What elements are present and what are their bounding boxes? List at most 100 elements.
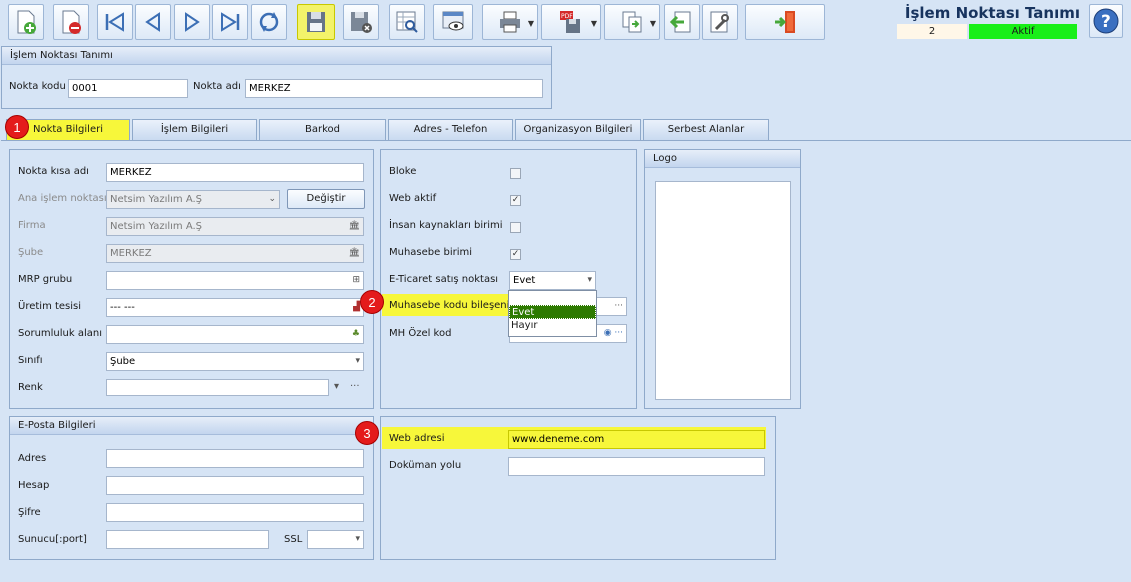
production-facility-input[interactable]: --- --- ▟	[106, 298, 364, 317]
hr-unit-checkbox[interactable]	[510, 222, 521, 233]
pdf-icon: PDF	[560, 11, 580, 33]
building-icon: 🏛	[348, 248, 360, 258]
web-active-checkbox[interactable]: ✓	[510, 195, 521, 206]
document-path-input[interactable]	[508, 457, 765, 476]
tab-serbest-alanlar[interactable]: Serbest Alanlar	[643, 119, 769, 140]
company-label: Firma	[18, 220, 46, 231]
tree-icon: ⊞	[352, 275, 360, 285]
new-record-button[interactable]	[8, 4, 44, 40]
responsibility-input[interactable]: ♣	[106, 325, 364, 344]
email-server-input[interactable]	[106, 530, 269, 549]
bloke-label: Bloke	[389, 166, 417, 177]
dropdown-arrow-icon: ▾	[355, 534, 360, 544]
printer-icon	[500, 11, 520, 33]
main-point-label: Ana işlem noktası	[18, 193, 107, 204]
email-address-input[interactable]	[106, 449, 364, 468]
ecommerce-value: Evet	[513, 275, 536, 286]
ssl-select[interactable]: ▾	[307, 530, 364, 549]
hr-unit-label: İnsan kaynakları birimi	[389, 220, 503, 231]
copy-button[interactable]: ▼	[604, 4, 660, 40]
logo-image-box[interactable]	[655, 181, 791, 400]
new-document-icon	[17, 10, 36, 34]
company-input: Netsim Yazılım A.Ş 🏛	[106, 217, 364, 236]
bloke-checkbox[interactable]	[510, 168, 521, 179]
ecommerce-select[interactable]: Evet ▾	[509, 271, 596, 290]
email-password-input[interactable]	[106, 503, 364, 522]
class-value: Şube	[110, 356, 136, 367]
export-pdf-button[interactable]: PDF ▼	[541, 4, 601, 40]
definition-panel-title: İşlem Noktası Tanımı	[2, 47, 551, 65]
branch-value: MERKEZ	[110, 248, 152, 259]
last-record-button[interactable]	[212, 4, 248, 40]
tools-icon	[710, 11, 729, 33]
tab-adres-telefon[interactable]: Adres - Telefon	[388, 119, 513, 140]
color-ellipsis-button[interactable]: ···	[350, 381, 360, 392]
save-button[interactable]	[297, 4, 335, 40]
web-address-input[interactable]: www.deneme.com	[508, 430, 765, 449]
previous-record-button[interactable]	[135, 4, 171, 40]
web-panel: Web adresi www.deneme.com Doküman yolu	[380, 416, 776, 560]
first-icon	[105, 12, 124, 32]
ecommerce-dropdown-list: Evet Hayır	[508, 290, 597, 337]
ellipsis-icon: ···	[614, 301, 623, 311]
web-active-label: Web aktif	[389, 193, 437, 204]
first-record-button[interactable]	[97, 4, 133, 40]
color-label: Renk	[18, 382, 43, 393]
refresh-button[interactable]	[251, 4, 287, 40]
tools-button[interactable]	[702, 4, 738, 40]
tab-organizasyon-bilgileri[interactable]: Organizasyon Bilgileri	[515, 119, 641, 140]
dropdown-option-empty[interactable]	[509, 291, 596, 305]
main-point-input[interactable]: Netsim Yazılım A.Ş ⌄	[106, 190, 280, 209]
back-button[interactable]	[664, 4, 700, 40]
next-record-button[interactable]	[174, 4, 210, 40]
dropdown-arrow-icon: ▾	[587, 275, 592, 285]
back-arrow-icon	[669, 11, 691, 33]
save-close-icon	[351, 12, 372, 33]
tab-barkod[interactable]: Barkod	[259, 119, 386, 140]
dropdown-option-evet[interactable]: Evet	[509, 305, 596, 319]
accounting-unit-label: Muhasebe birimi	[389, 247, 473, 258]
logo-panel: Logo	[644, 149, 801, 409]
point-code-input[interactable]: 0001	[68, 79, 188, 98]
color-dropdown-arrow[interactable]: ▾	[334, 381, 339, 392]
email-account-label: Hesap	[18, 480, 50, 491]
email-panel-title: E-Posta Bilgileri	[10, 417, 373, 435]
point-name-input[interactable]: MERKEZ	[245, 79, 543, 98]
class-select[interactable]: Şube ▾	[106, 352, 364, 371]
email-server-label: Sunucu[:port]	[18, 534, 87, 545]
print-button[interactable]: ▼	[482, 4, 538, 40]
color-input[interactable]	[106, 379, 329, 396]
help-button[interactable]: ?	[1089, 4, 1123, 38]
dropdown-option-hayir[interactable]: Hayır	[509, 319, 596, 333]
email-password-label: Şifre	[18, 507, 41, 518]
search-list-button[interactable]	[389, 4, 425, 40]
delete-record-button[interactable]	[53, 4, 89, 40]
delete-document-icon	[62, 10, 81, 34]
email-address-label: Adres	[18, 453, 47, 464]
preview-button[interactable]	[433, 4, 473, 40]
save-close-button[interactable]	[343, 4, 379, 40]
email-account-input[interactable]	[106, 476, 364, 495]
last-icon	[221, 12, 240, 32]
exit-button[interactable]	[745, 4, 825, 40]
help-icon: ?	[1093, 8, 1119, 34]
svg-text:?: ?	[1101, 12, 1111, 32]
email-panel: E-Posta Bilgileri Adres Hesap Şifre Sunu…	[9, 416, 374, 560]
main-point-value: Netsim Yazılım A.Ş	[110, 194, 203, 205]
accounting-code-label: Muhasebe kodu bileşeni	[389, 300, 510, 311]
factory-icon: ▟	[353, 302, 360, 312]
production-facility-label: Üretim tesisi	[18, 301, 82, 312]
responsibility-label: Sorumluluk alanı	[18, 328, 103, 339]
tab-islem-bilgileri[interactable]: İşlem Bilgileri	[132, 119, 257, 140]
short-name-input[interactable]: MERKEZ	[106, 163, 364, 182]
flags-panel: Bloke Web aktif ✓ İnsan kaynakları birim…	[380, 149, 637, 409]
web-address-label: Web adresi	[389, 433, 445, 444]
company-value: Netsim Yazılım A.Ş	[110, 221, 203, 232]
accounting-unit-checkbox[interactable]: ✓	[510, 249, 521, 260]
exit-door-icon	[775, 11, 795, 33]
dropdown-arrow-icon: ▾	[355, 356, 360, 366]
mrp-group-input[interactable]: ⊞	[106, 271, 364, 290]
branch-label: Şube	[18, 247, 44, 258]
change-button[interactable]: Değiştir	[287, 189, 365, 209]
copy-icon	[622, 11, 642, 33]
